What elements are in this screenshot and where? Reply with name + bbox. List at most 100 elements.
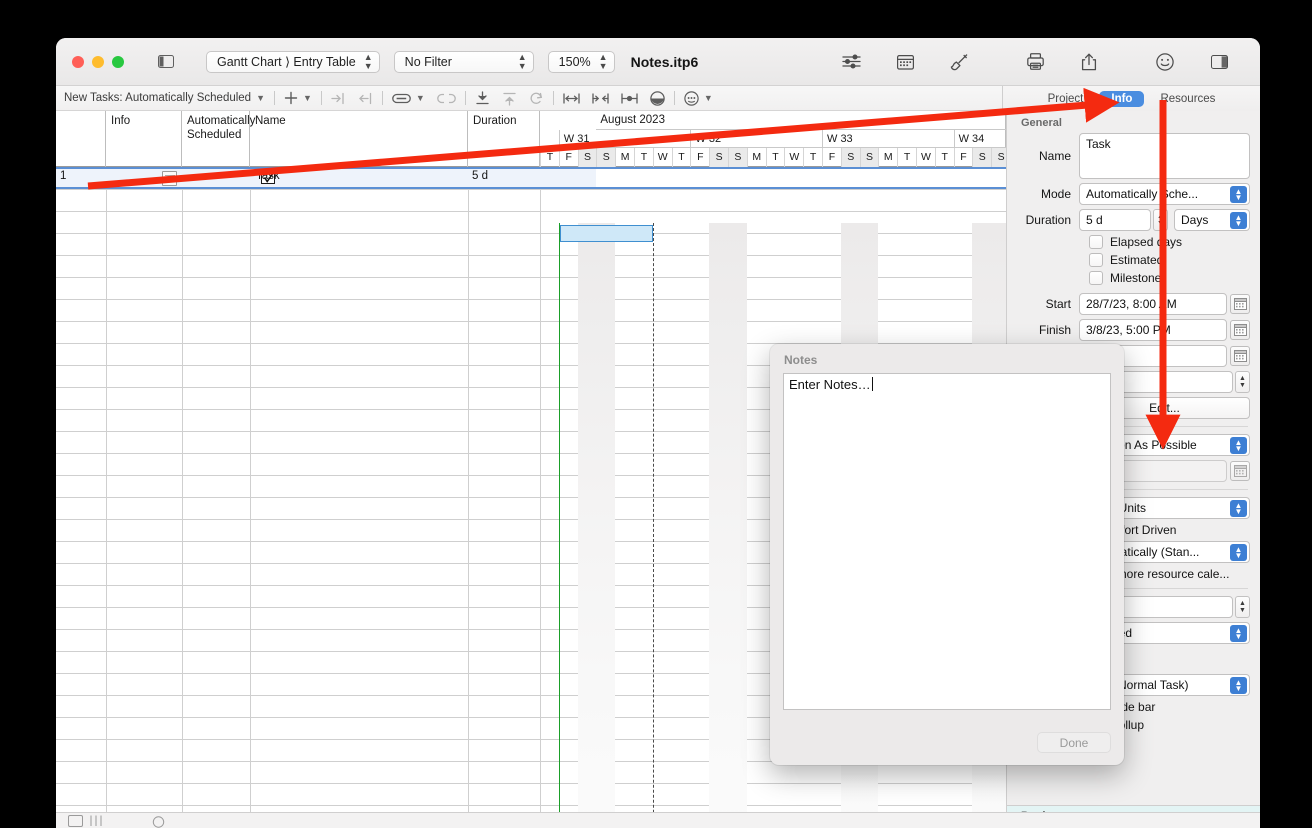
milestone-checkbox[interactable]: [1089, 271, 1103, 285]
estimated-row[interactable]: Estimated: [1089, 253, 1250, 267]
add-task-icon[interactable]: [284, 89, 298, 107]
app-window: Gantt Chart ⟩ Entry Table ▲ ▼ No Filter ▲…: [56, 38, 1260, 828]
gantt-task-bar[interactable]: [559, 225, 653, 242]
calendar-icon[interactable]: [1230, 346, 1250, 366]
gantt-day-label: T: [803, 148, 822, 167]
paintbrush-icon[interactable]: [932, 49, 986, 75]
column-header-name[interactable]: Name: [250, 111, 468, 167]
notes-dialog-title: Notes: [784, 353, 818, 367]
notes-placeholder: Enter Notes…: [789, 377, 873, 392]
indent-task-icon[interactable]: [331, 89, 346, 107]
column-header-info[interactable]: Info: [106, 111, 182, 167]
tab-project[interactable]: Project: [1036, 91, 1096, 107]
gantt-week-label: W 33: [822, 130, 954, 148]
link-tasks-icon[interactable]: [392, 89, 411, 107]
note-indicator-icon[interactable]: [162, 171, 177, 186]
gantt-day-label: F: [822, 148, 841, 167]
duration-input[interactable]: 5 d: [1079, 209, 1151, 231]
duration-stepper[interactable]: ▲ ▼: [1153, 209, 1168, 231]
table-grid-line: [56, 211, 1006, 212]
gantt-day-label: T: [897, 148, 916, 167]
chevron-down-icon[interactable]: ▼: [256, 93, 265, 103]
duration-unit-popup[interactable]: Days ▲ ▼: [1174, 209, 1250, 231]
outdent-marker-icon[interactable]: [502, 89, 517, 107]
fixed-cost-stepper[interactable]: ▲ ▼: [1235, 596, 1250, 618]
gantt-day-label: S: [596, 148, 616, 167]
task-duration-cell[interactable]: 5 d: [472, 170, 488, 182]
window-controls[interactable]: [72, 55, 124, 68]
view-mode-icon[interactable]: [68, 814, 83, 828]
name-input[interactable]: Task: [1079, 133, 1250, 179]
milestone-row[interactable]: Milestone: [1089, 271, 1250, 285]
mode-label: Mode: [1040, 187, 1071, 201]
mode-popup[interactable]: Automatically Sche... ▲ ▼: [1079, 183, 1250, 205]
gantt-day-label: M: [746, 148, 766, 167]
view-popup-label: Gantt Chart ⟩ Entry Table: [217, 55, 356, 69]
more-options-icon[interactable]: [684, 89, 699, 107]
duration-label: Duration: [1025, 213, 1071, 227]
chevron-down-icon[interactable]: ▼: [416, 93, 425, 103]
split-view-icon[interactable]: [650, 89, 665, 107]
chevron-updown-icon: ▲ ▼: [1230, 500, 1247, 517]
unlink-tasks-icon[interactable]: [437, 89, 456, 107]
elapsed-days-row[interactable]: Elapsed days: [1089, 235, 1250, 249]
indent-marker-icon[interactable]: [475, 89, 490, 107]
gantt-day-label: S: [991, 148, 1006, 167]
calendar-icon[interactable]: [1230, 461, 1250, 481]
field-finish-row: Finish 3/8/23, 5:00 PM: [1007, 319, 1250, 341]
calendar-icon[interactable]: [1230, 320, 1250, 340]
center-timescale-icon[interactable]: [621, 89, 638, 107]
close-button[interactable]: [72, 55, 84, 68]
zoom-popup[interactable]: 150% ▲ ▼: [547, 50, 615, 73]
new-tasks-mode-label[interactable]: New Tasks: Automatically Scheduled: [64, 92, 251, 104]
emoji-icon[interactable]: [1138, 49, 1192, 75]
milestone-label: Milestone: [1110, 271, 1162, 285]
complete-stepper[interactable]: ▲ ▼: [1235, 371, 1250, 393]
sidebar-toggle-icon[interactable]: [152, 51, 180, 73]
zoom-out-timescale-icon[interactable]: [592, 89, 609, 107]
print-icon[interactable]: [1008, 49, 1062, 75]
tab-resources[interactable]: Resources: [1148, 91, 1227, 107]
filter-popup[interactable]: No Filter ▲ ▼: [393, 50, 534, 73]
columns-icon[interactable]: [89, 814, 103, 828]
main-content: Info Automatically Scheduled Name Durati…: [56, 111, 1260, 827]
calendar-icon[interactable]: [878, 49, 932, 75]
maximize-button[interactable]: [112, 55, 124, 68]
gantt-week-label: W 32: [690, 130, 822, 148]
tab-info[interactable]: Info: [1099, 90, 1145, 107]
inspector-toggle-icon[interactable]: [1192, 49, 1246, 75]
estimated-checkbox[interactable]: [1089, 253, 1103, 267]
view-popup[interactable]: Gantt Chart ⟩ Entry Table ▲ ▼: [206, 50, 380, 73]
share-icon[interactable]: [1062, 49, 1116, 75]
gantt-today-line: [558, 223, 560, 827]
gantt-day-label: M: [878, 148, 897, 167]
fit-width-icon[interactable]: [563, 89, 580, 107]
titlebar-right-tools: [824, 49, 1246, 75]
gantt-day-label: T: [671, 148, 691, 167]
field-mode-row: Mode Automatically Sche... ▲ ▼: [1007, 183, 1250, 205]
calendar-icon[interactable]: [1230, 294, 1250, 314]
search-icon[interactable]: [152, 815, 166, 828]
finish-input[interactable]: 3/8/23, 5:00 PM: [1079, 319, 1227, 341]
notes-done-button[interactable]: Done: [1037, 732, 1111, 753]
gantt-timescale-header: August 2023 W 31 W 32 W 33 W 34 T F S S M T W T F S S M T…: [540, 111, 1006, 167]
gantt-day-label: S: [840, 148, 860, 167]
start-label: Start: [1045, 297, 1071, 311]
table-row[interactable]: 1 Task 5 d: [56, 167, 1006, 189]
column-header-duration[interactable]: Duration: [468, 111, 540, 167]
column-header-auto-scheduled[interactable]: Automatically Scheduled: [182, 111, 255, 167]
recalculate-icon[interactable]: [529, 89, 544, 107]
outdent-task-icon[interactable]: [358, 89, 373, 107]
chevron-updown-icon: ▲ ▼: [1230, 544, 1247, 561]
chevron-down-icon[interactable]: ▼: [704, 93, 713, 103]
start-input[interactable]: 28/7/23, 8:00 AM: [1079, 293, 1227, 315]
minimize-button[interactable]: [92, 55, 104, 68]
row-number: 1: [60, 170, 67, 182]
gantt-day-label: S: [859, 148, 879, 167]
elapsed-days-checkbox[interactable]: [1089, 235, 1103, 249]
chevron-down-icon[interactable]: ▼: [303, 93, 312, 103]
column-header-rownum[interactable]: [56, 111, 106, 167]
notes-textarea[interactable]: Enter Notes…: [783, 373, 1111, 710]
task-name-cell[interactable]: Task: [256, 170, 280, 182]
sliders-icon[interactable]: [824, 49, 878, 75]
